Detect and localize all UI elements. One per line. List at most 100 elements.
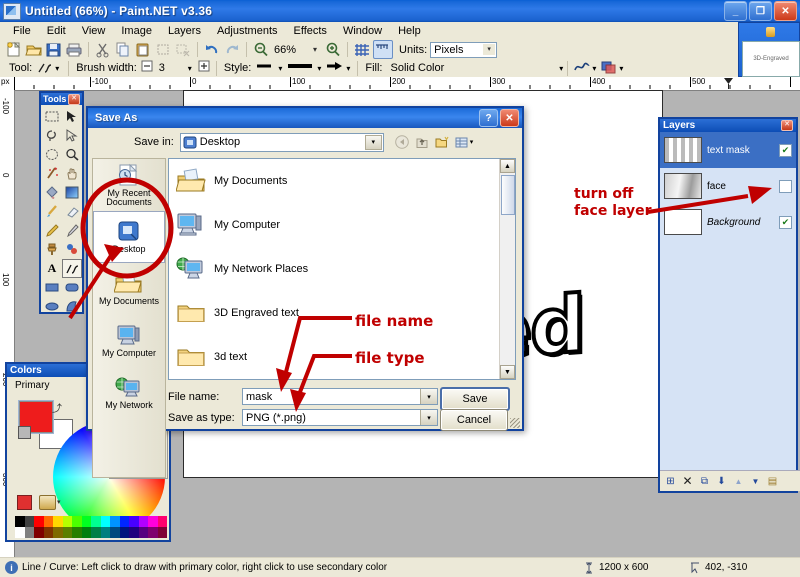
move-layer-down-button[interactable]: ▼ [749,475,762,488]
place-my-recent-documents[interactable]: My Recent Documents [93,159,165,211]
undo-icon[interactable] [203,41,221,58]
add-color-icon[interactable] [17,495,32,510]
close-button[interactable]: ✕ [774,1,797,21]
menu-layers[interactable]: Layers [160,23,209,39]
rectangle-shape-tool[interactable] [42,278,62,297]
magic-wand-tool[interactable] [42,164,62,183]
palette-swatch[interactable] [101,527,111,538]
menu-help[interactable]: Help [390,23,429,39]
palette-swatch[interactable] [25,516,35,527]
layer-visibility-checkbox[interactable]: ✔ [779,216,792,229]
menu-view[interactable]: View [74,23,114,39]
chevron-down-icon[interactable]: ▾ [420,410,437,425]
duplicate-layer-button[interactable]: ⧉ [698,475,711,488]
file-list-item[interactable]: My Computer [169,203,515,247]
palette-swatch[interactable] [44,527,54,538]
palette-swatch[interactable] [25,527,35,538]
line-curve-tool[interactable] [62,259,82,278]
palette-swatch[interactable] [15,527,25,538]
merge-layer-down-button[interactable]: ⬇ [715,475,728,488]
plus-box-icon[interactable] [198,60,211,77]
line-width-icon[interactable] [286,60,316,77]
palette-swatch[interactable] [53,527,63,538]
place-desktop[interactable]: Desktop [93,211,165,263]
menu-edit[interactable]: Edit [39,23,74,39]
palette-swatch[interactable] [82,516,92,527]
ellipse-select-tool[interactable] [42,145,62,164]
paste-icon[interactable] [134,41,152,58]
palette-swatch[interactable] [120,516,130,527]
chevron-down-icon[interactable]: ▾ [365,135,382,150]
clone-stamp-tool[interactable] [42,240,62,259]
help-button[interactable]: ? [479,109,498,127]
new-folder-button[interactable] [432,133,452,151]
width-dropdown-arrow[interactable]: ▾ [317,64,321,73]
horizontal-ruler[interactable]: px -100 0 100 200 300 400 500 [0,77,800,91]
move-selection-tool[interactable] [62,126,82,145]
palette-swatch[interactable] [129,516,139,527]
file-list-item[interactable]: 3d text [169,335,515,379]
palette-swatch[interactable] [110,527,120,538]
layer-row[interactable]: face [660,168,796,204]
delete-layer-button[interactable]: ✕ [681,475,694,488]
layers-panel-header[interactable]: Layers ✕ [660,119,796,132]
blend-mode-icon[interactable] [600,60,618,77]
save-in-combo[interactable]: Desktop ▾ [180,133,384,152]
palette-swatch[interactable] [148,516,158,527]
minus-box-icon[interactable] [141,60,154,77]
copy-icon[interactable] [114,41,132,58]
ellipse-shape-tool[interactable] [42,297,62,316]
file-list[interactable]: My Documents My Computer My Network Plac… [168,158,516,380]
palette-swatch[interactable] [158,516,168,527]
file-type-input[interactable]: PNG (*.png) ▾ [242,409,438,426]
palette-swatch[interactable] [101,516,111,527]
palette-swatch[interactable] [72,516,82,527]
chevron-down-icon[interactable]: ▾ [420,389,437,404]
tool-dropdown-arrow[interactable]: ▾ [55,64,59,73]
layer-properties-button[interactable]: ▤ [766,475,779,488]
print-icon[interactable] [65,41,83,58]
minimize-button[interactable]: _ [724,1,747,21]
maximize-button[interactable]: ❐ [749,1,772,21]
zoom-dropdown-arrow[interactable]: ▾ [313,45,317,54]
tools-palette-header[interactable]: Tools ✕ [41,93,82,105]
zoom-out-icon[interactable] [252,41,270,58]
blend-dropdown-arrow[interactable]: ▾ [619,64,623,73]
grid-icon[interactable] [353,41,371,58]
eraser-tool[interactable] [62,202,82,221]
save-button[interactable]: Save [440,387,510,411]
file-list-scrollbar[interactable]: ▲ ▼ [499,159,515,379]
close-icon[interactable]: ✕ [68,94,80,105]
palette-swatch[interactable] [34,516,44,527]
layer-visibility-checkbox[interactable]: ✔ [779,144,792,157]
palette-swatch[interactable] [139,516,149,527]
palette-chooser-icon[interactable] [39,495,56,510]
file-list-item[interactable]: 3D Engraved text [169,291,515,335]
chevron-down-icon[interactable]: ▾ [57,498,61,506]
close-icon[interactable]: ✕ [781,120,793,131]
paintbrush-tool[interactable] [42,202,62,221]
resize-grip[interactable] [510,418,520,428]
menu-image[interactable]: Image [113,23,160,39]
palette-swatch[interactable] [63,516,73,527]
palette-swatch[interactable] [44,516,54,527]
zoom-tool[interactable] [62,145,82,164]
palette-swatch[interactable] [129,527,139,538]
paint-bucket-tool[interactable] [42,183,62,202]
dialog-close-button[interactable]: ✕ [500,109,519,127]
fill-dropdown-arrow[interactable]: ▾ [559,64,563,73]
palette-swatch[interactable] [120,527,130,538]
dash-dropdown-arrow[interactable]: ▾ [278,64,282,73]
history-float-panel[interactable]: 3D-Engraved [738,22,800,77]
arrow-dropdown-arrow[interactable]: ▾ [346,64,350,73]
zoom-level[interactable]: 66% [274,44,308,56]
line-curve-icon[interactable] [36,60,54,77]
move-selected-tool[interactable] [62,107,82,126]
place-my-computer[interactable]: My Computer [93,315,165,367]
palette-swatch[interactable] [158,527,168,538]
palette-swatch[interactable] [34,527,44,538]
cancel-button[interactable]: Cancel [440,409,508,431]
palette-swatch[interactable] [148,527,158,538]
freeform-shape-tool[interactable] [62,297,82,316]
back-button[interactable] [392,133,412,151]
